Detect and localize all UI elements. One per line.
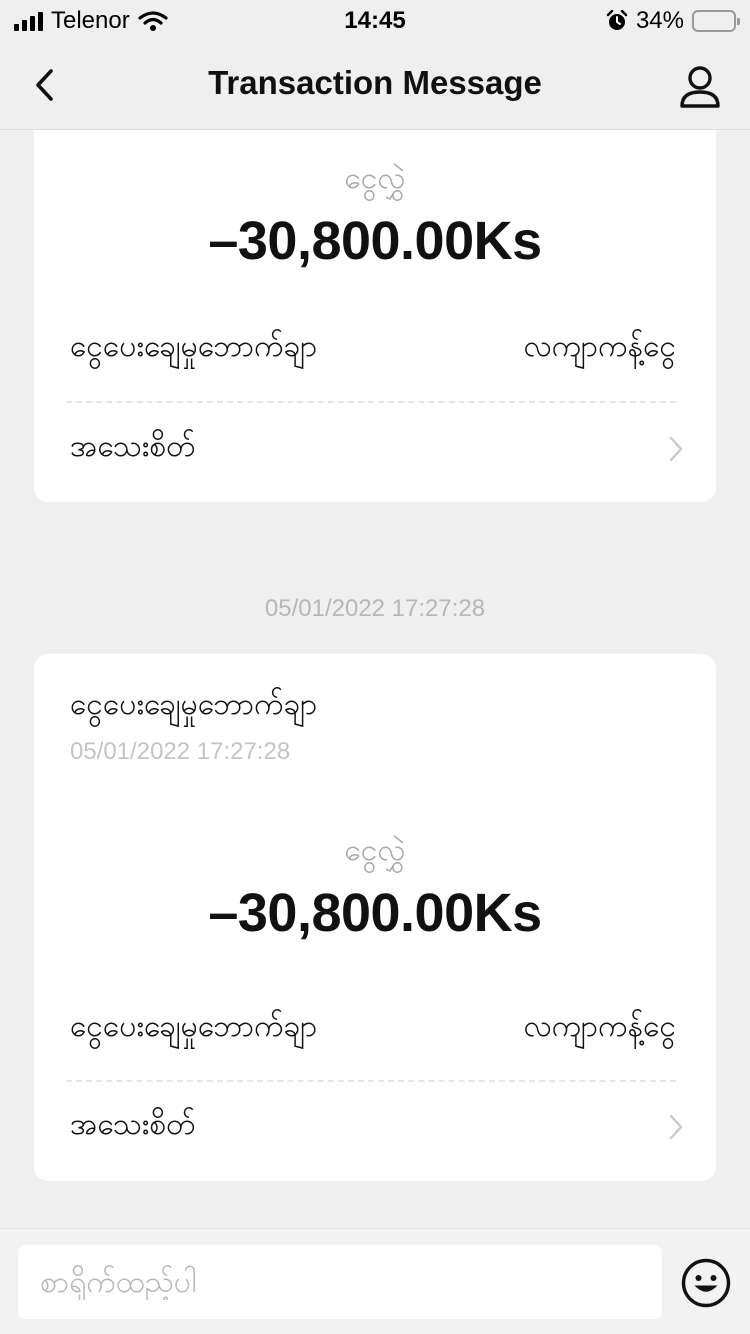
transaction-card: ငွေပေးချေမှုဘောက်ချာ 05/01/2022 17:27:28… (34, 654, 716, 1181)
chevron-right-icon (669, 1114, 683, 1139)
message-timestamp: 05/01/2022 17:27:28 (264, 595, 486, 622)
dashed-divider (66, 1080, 676, 1082)
details-label: အသေးစိတ် (70, 429, 196, 464)
smiley-icon (681, 1258, 731, 1308)
card-date: 05/01/2022 17:27:28 (70, 738, 291, 765)
composer-bar (0, 1228, 750, 1334)
chevron-right-icon (669, 436, 683, 461)
message-input[interactable] (40, 1264, 640, 1300)
message-list[interactable]: ငွေလွှဲ –30,800.00Ks ငွေပေးချေမှုဘောက်ချ… (0, 130, 750, 1228)
message-input-box[interactable] (18, 1245, 662, 1319)
nav-bar: Transaction Message (0, 40, 750, 130)
status-right: 34% (606, 7, 740, 35)
transaction-card: ငွေလွှဲ –30,800.00Ks ငွေပေးချေမှုဘောက်ချ… (34, 130, 716, 502)
profile-button[interactable] (676, 62, 724, 110)
amount-value: –30,800.00Ks (208, 883, 542, 943)
amount-label: ငွေလွှဲ (344, 161, 406, 196)
info-row-label: ငွေပေးချေမှုဘောက်ချာ (70, 1009, 318, 1044)
card-title: ငွေပေးချေမှုဘောက်ချာ (70, 687, 318, 722)
amount-value: –30,800.00Ks (208, 211, 542, 271)
user-icon (680, 66, 720, 108)
details-link[interactable]: အသေးစိတ် (70, 426, 684, 471)
battery-icon (692, 10, 740, 32)
battery-percent: 34% (635, 7, 684, 34)
emoji-button[interactable] (680, 1257, 732, 1309)
info-row-value: လကျာကန့်ငွေ (523, 329, 676, 364)
info-row: ငွေပေးချေမှုဘောက်ချာ လကျာကန့်ငွေ (70, 1006, 676, 1051)
info-row-value: လကျာကန့်ငွေ (523, 1009, 676, 1044)
info-row: ငွေပေးချေမှုဘောက်ချာ လကျာကန့်ငွေ (70, 326, 676, 371)
alarm-icon (606, 10, 628, 30)
details-label: အသေးစိတ် (70, 1107, 196, 1142)
amount-label: ငွေလွှဲ (344, 833, 406, 868)
info-row-label: ငွေပေးချေမှုဘောက်ချာ (70, 329, 318, 364)
page-title: Transaction Message (208, 64, 542, 101)
details-link[interactable]: အသေးစိတ် (70, 1104, 684, 1149)
status-bar: Telenor 14:45 34% (0, 0, 750, 40)
dashed-divider (66, 401, 676, 403)
